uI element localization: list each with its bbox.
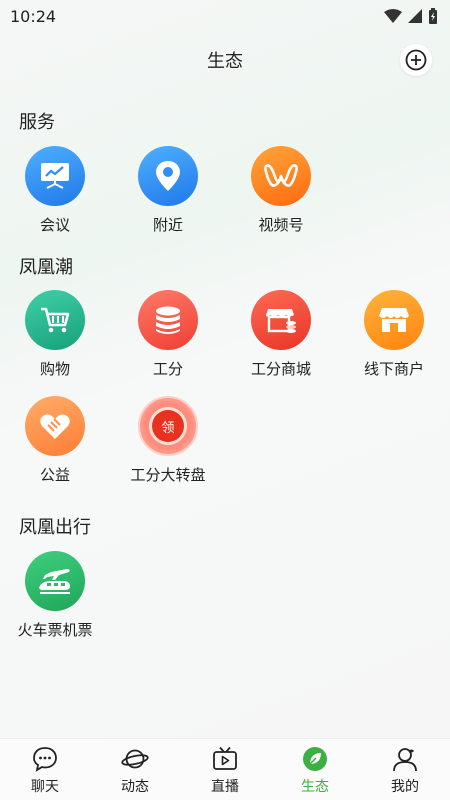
wheel-badge: 领 <box>161 420 175 436</box>
tab-label: 聊天 <box>31 779 59 795</box>
section-title-phoenix-tide: 凤凰潮 <box>19 257 73 278</box>
tile-train-flight-tickets[interactable]: 火车票机票 <box>0 551 110 641</box>
storefront-icon <box>364 290 424 350</box>
signal-icon <box>408 9 422 23</box>
tile-label: 购物 <box>39 360 70 378</box>
tile-label: 视频号 <box>258 216 304 234</box>
tile-label: 线下商户 <box>363 360 424 378</box>
tile-meeting[interactable]: 会议 <box>0 146 110 236</box>
tile-nearby[interactable]: 附近 <box>113 146 223 236</box>
status-icons <box>384 8 438 24</box>
store-coins-icon <box>251 290 311 350</box>
profile-icon <box>391 745 419 773</box>
shopping-cart-icon <box>25 290 85 350</box>
meeting-icon <box>25 146 85 206</box>
leaf-icon <box>301 745 329 773</box>
add-button[interactable] <box>400 44 432 76</box>
tile-label: 工分 <box>152 360 183 378</box>
wheel-center: 领 <box>152 410 184 442</box>
top-bar: 生态 <box>0 38 450 82</box>
train-plane-icon <box>25 551 85 611</box>
tile-points-mall[interactable]: 工分商城 <box>226 290 336 380</box>
status-bar: 10:24 <box>0 0 450 32</box>
tile-points[interactable]: 工分 <box>113 290 223 380</box>
tile-offline-merchants[interactable]: 线下商户 <box>339 290 449 380</box>
tab-label: 直播 <box>211 779 239 795</box>
page-title: 生态 <box>207 51 243 72</box>
bottom-tab-bar: 聊天 动态 直播 生态 我的 <box>0 738 450 800</box>
tile-channels[interactable]: 视频号 <box>226 146 336 236</box>
tab-ecosystem[interactable]: 生态 <box>270 739 360 800</box>
tile-points-wheel[interactable]: 领 工分大转盘 <box>113 396 223 486</box>
tv-icon <box>211 745 239 773</box>
channels-icon <box>251 146 311 206</box>
prize-wheel-icon: 领 <box>138 396 198 456</box>
chat-bubble-icon <box>31 745 59 773</box>
heart-hands-icon <box>25 396 85 456</box>
tab-live[interactable]: 直播 <box>180 739 270 800</box>
tab-me[interactable]: 我的 <box>360 739 450 800</box>
section-title-services: 服务 <box>19 112 55 133</box>
tab-chat[interactable]: 聊天 <box>0 739 90 800</box>
tab-label: 动态 <box>121 779 149 795</box>
tab-label: 生态 <box>301 779 329 795</box>
tile-label: 工分大转盘 <box>130 466 206 484</box>
status-time: 10:24 <box>10 6 57 26</box>
tab-label: 我的 <box>391 779 419 795</box>
tile-shopping[interactable]: 购物 <box>0 290 110 380</box>
tab-moments[interactable]: 动态 <box>90 739 180 800</box>
planet-icon <box>121 745 149 773</box>
location-pin-icon <box>138 146 198 206</box>
tile-label: 附近 <box>152 216 183 234</box>
battery-icon <box>429 8 437 24</box>
tile-label: 会议 <box>39 216 70 234</box>
tile-charity[interactable]: 公益 <box>0 396 110 486</box>
wifi-icon <box>384 9 402 23</box>
tile-label: 公益 <box>39 466 70 484</box>
tile-label: 工分商城 <box>250 360 311 378</box>
tile-label: 火车票机票 <box>17 621 93 639</box>
plus-circle-icon <box>405 49 427 71</box>
coin-stack-icon <box>138 290 198 350</box>
section-title-phoenix-travel: 凤凰出行 <box>19 517 91 538</box>
